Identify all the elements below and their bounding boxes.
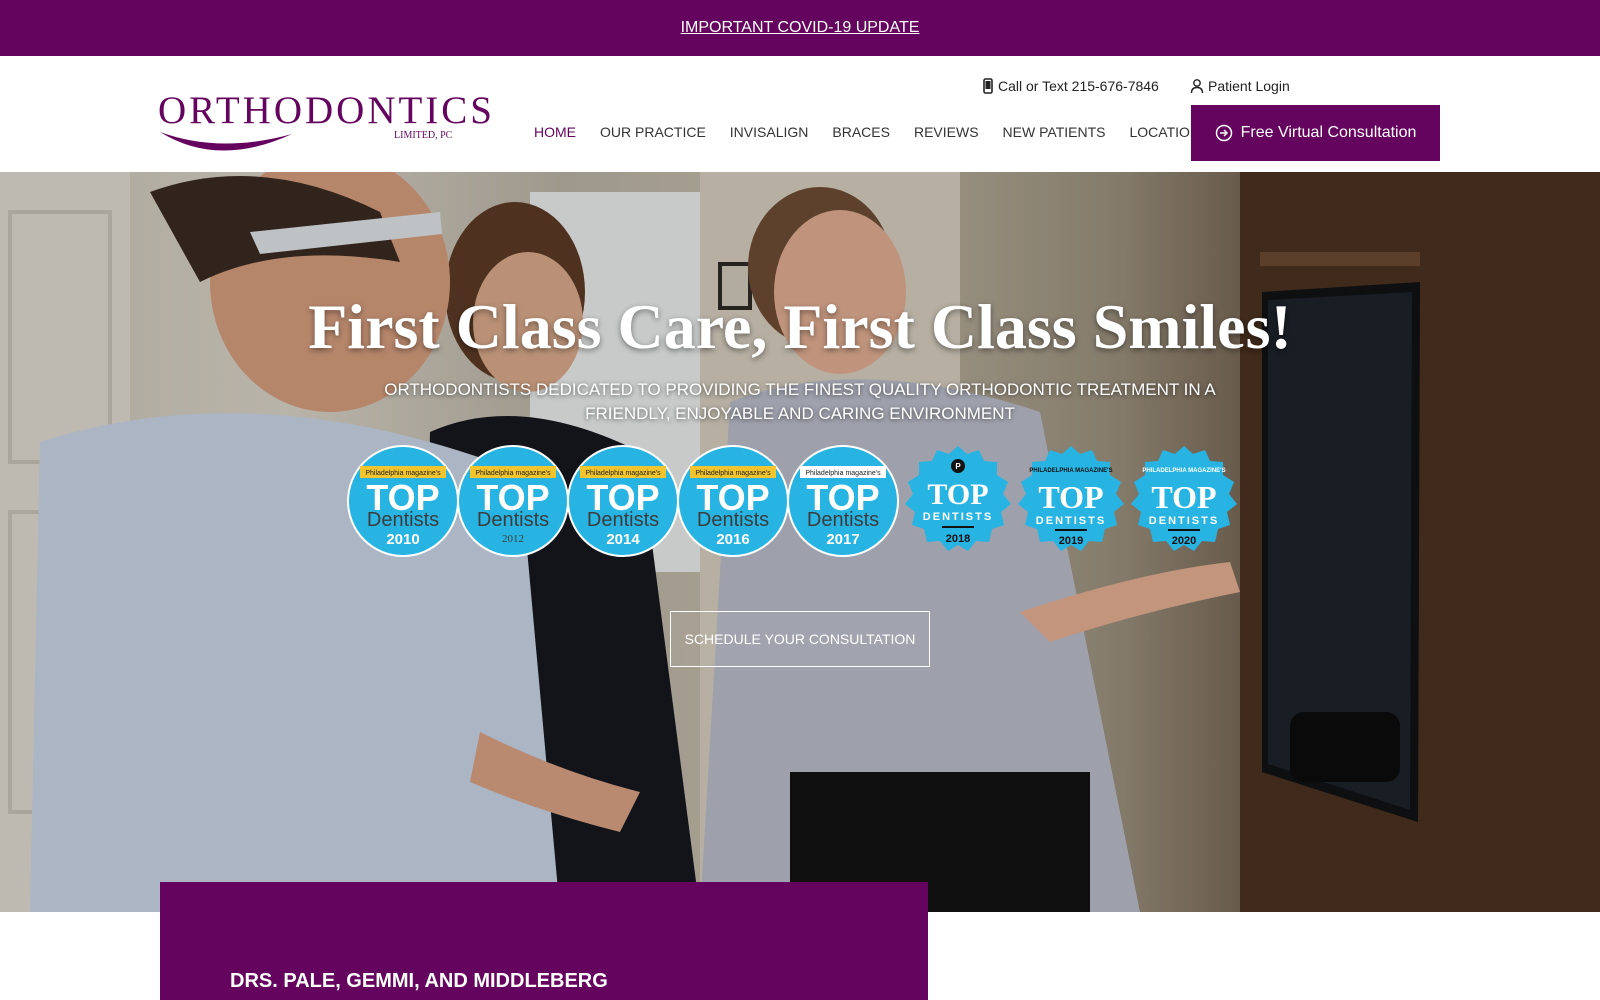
arrow-circle-icon <box>1215 124 1232 142</box>
call-label: Call or Text 215-676-7846 <box>998 78 1159 94</box>
badge-year: 2014 <box>606 531 640 548</box>
badge-publisher: Philadelphia magazine's <box>805 470 881 477</box>
main-nav: HOME OUR PRACTICE INVISALIGN BRACES REVI… <box>534 124 1233 140</box>
badge-word: Dentists <box>587 509 659 531</box>
top-dentists-2018-badge: P TOP DENTISTS 2018 <box>905 446 1011 551</box>
doctors-heading: DRS. PALE, GEMMI, AND MIDDLEBERG <box>230 970 608 992</box>
announcement-bar: IMPORTANT COVID-19 UPDATE <box>0 0 1600 56</box>
top-dentists-2012-badge: Philadelphia magazine's TOP Dentists 201… <box>457 445 569 557</box>
badge-word: DENTISTS <box>923 511 993 523</box>
call-link[interactable]: Call or Text 215-676-7846 <box>982 78 1159 94</box>
patient-login-label: Patient Login <box>1208 78 1290 94</box>
badge-word: Dentists <box>367 509 439 531</box>
badge-year: 2018 <box>946 533 970 545</box>
badge-year: 2020 <box>1172 535 1196 547</box>
nav-item-invisalign[interactable]: INVISALIGN <box>730 124 809 140</box>
badge-word: DENTISTS <box>1149 515 1219 527</box>
free-consultation-label: Free Virtual Consultation <box>1240 124 1417 141</box>
free-consultation-button[interactable]: Free Virtual Consultation <box>1191 105 1440 161</box>
nav-item-new-patients[interactable]: NEW PATIENTS <box>1003 124 1106 140</box>
nav-item-our-practice[interactable]: OUR PRACTICE <box>600 124 706 140</box>
badge-word: Dentists <box>477 509 549 531</box>
top-dentists-2014-badge: Philadelphia magazine's TOP Dentists 201… <box>567 445 679 557</box>
badge-word: DENTISTS <box>1036 515 1106 527</box>
badge-top: TOP <box>927 478 988 511</box>
covid-update-link[interactable]: IMPORTANT COVID-19 UPDATE <box>681 19 920 37</box>
badge-publisher: PHILADELPHIA MAGAZINE'S <box>1142 468 1225 474</box>
site-header: ORTHODONTICS LIMITED, PC Call or Text 21… <box>0 56 1600 172</box>
logo[interactable]: ORTHODONTICS LIMITED, PC <box>158 88 492 158</box>
hero-title: First Class Care, First Class Smiles! <box>308 291 1292 362</box>
badge-word: Dentists <box>697 509 769 531</box>
badge-publisher: PHILADELPHIA MAGAZINE'S <box>1029 468 1112 474</box>
badge-publisher: Philadelphia magazine's <box>475 470 551 477</box>
badge-publisher: Philadelphia magazine's <box>695 470 771 477</box>
nav-item-home[interactable]: HOME <box>534 124 576 140</box>
patient-login-link[interactable]: Patient Login <box>1190 78 1290 94</box>
logo-wordmark: ORTHODONTICS <box>158 89 495 132</box>
badge-publisher: Philadelphia magazine's <box>585 470 661 477</box>
badge-publisher: P <box>955 462 961 471</box>
doctors-intro-box: DRS. PALE, GEMMI, AND MIDDLEBERG <box>160 882 928 1000</box>
logo-subtitle: LIMITED, PC <box>394 130 453 141</box>
badge-top: TOP <box>1151 479 1216 515</box>
hero-subtitle: ORTHODONTISTS DEDICATED TO PROVIDING THE… <box>384 380 1216 423</box>
nav-item-braces[interactable]: BRACES <box>832 124 890 140</box>
hero-section: First Class Care, First Class Smiles! OR… <box>0 172 1600 912</box>
badge-top: TOP <box>1038 479 1103 515</box>
top-dentists-2020-badge: PHILADELPHIA MAGAZINE'S TOP DENTISTS 202… <box>1131 446 1237 551</box>
top-dentists-2010-badge: Philadelphia magazine's TOP Dentists 201… <box>347 445 459 557</box>
schedule-consultation-button[interactable]: SCHEDULE YOUR CONSULTATION <box>670 611 930 667</box>
badge-year: 2012 <box>502 533 524 545</box>
badge-year: 2016 <box>716 531 749 548</box>
top-dentists-2016-badge: Philadelphia magazine's TOP Dentists 201… <box>677 445 789 557</box>
top-dentists-2017-badge: Philadelphia magazine's TOP Dentists 201… <box>787 445 899 557</box>
phone-icon <box>983 78 993 94</box>
smile-logo-icon <box>160 132 292 151</box>
badge-year: 2010 <box>386 531 419 548</box>
user-icon <box>1190 79 1204 94</box>
badge-year: 2017 <box>826 531 859 548</box>
badge-publisher: Philadelphia magazine's <box>365 470 441 477</box>
top-dentists-2019-badge: PHILADELPHIA MAGAZINE'S TOP DENTISTS 201… <box>1018 446 1124 551</box>
badge-word: Dentists <box>807 509 879 531</box>
nav-item-reviews[interactable]: REVIEWS <box>914 124 979 140</box>
badge-year: 2019 <box>1059 535 1083 547</box>
